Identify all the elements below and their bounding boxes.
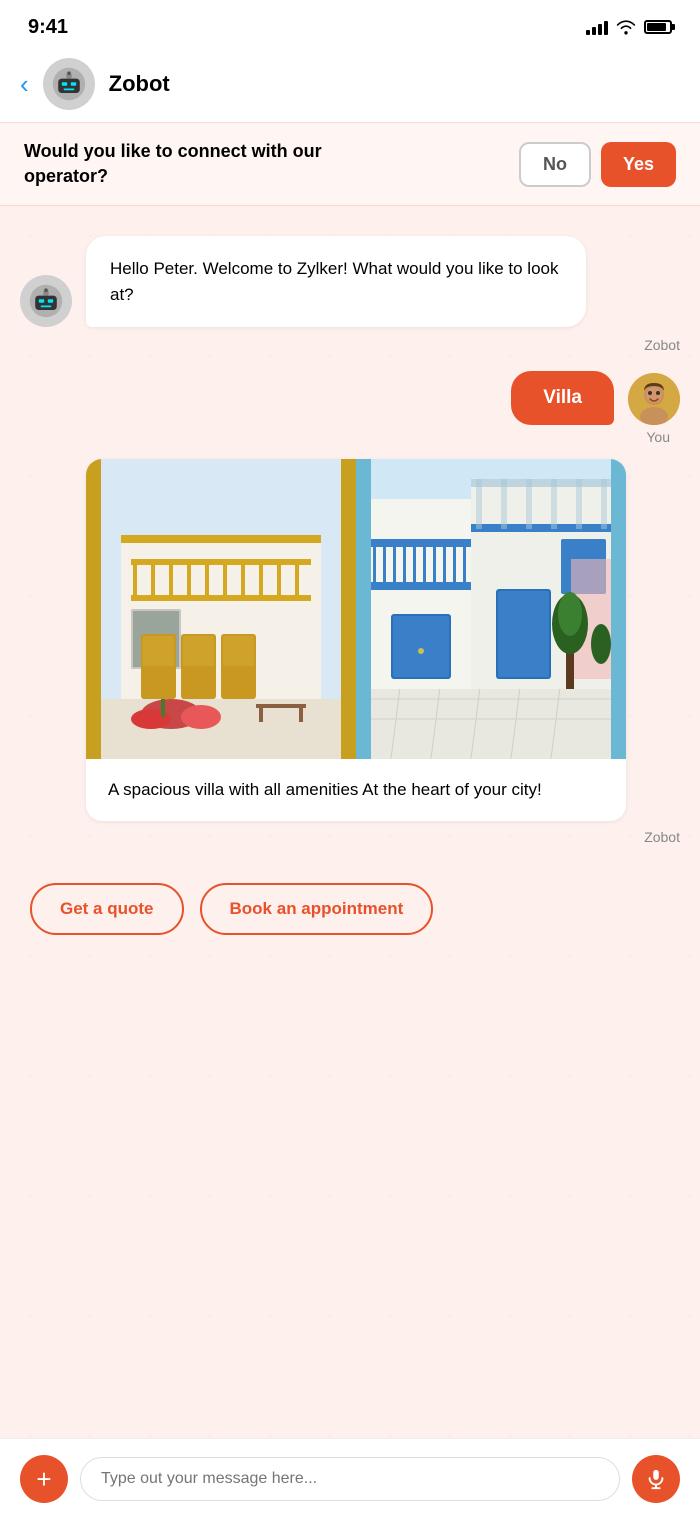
- bot-avatar: [20, 275, 72, 327]
- user-message-row: Villa: [20, 371, 680, 425]
- user-avatar: [628, 373, 680, 425]
- operator-buttons: No Yes: [519, 142, 676, 187]
- wifi-icon: [616, 19, 636, 35]
- input-bar: +: [0, 1438, 700, 1518]
- operator-question: Would you like to connect with our opera…: [24, 139, 344, 189]
- add-button[interactable]: +: [20, 1455, 68, 1503]
- villa-card: A spacious villa with all amenities At t…: [86, 459, 626, 821]
- yes-button[interactable]: Yes: [601, 142, 676, 187]
- bot-nav-avatar: [43, 58, 95, 110]
- signal-icon: [586, 19, 608, 35]
- bot-name: Zobot: [109, 71, 170, 97]
- battery-icon: [644, 20, 672, 34]
- card-sender: Zobot: [86, 829, 680, 845]
- back-button[interactable]: ‹: [20, 69, 29, 100]
- villa-image-right: [356, 459, 626, 759]
- status-icons: [586, 19, 672, 35]
- bot-greeting-row: Hello Peter. Welcome to Zylker! What wou…: [20, 236, 680, 327]
- user-bubble: Villa: [511, 371, 614, 425]
- message-input[interactable]: [80, 1457, 620, 1501]
- get-quote-button[interactable]: Get a quote: [30, 883, 184, 935]
- card-description: A spacious villa with all amenities At t…: [86, 759, 626, 821]
- status-bar: 9:41: [0, 0, 700, 50]
- villa-image-left: [86, 459, 356, 759]
- book-appointment-button[interactable]: Book an appointment: [200, 883, 434, 935]
- nav-bar: ‹ Zobot: [0, 50, 700, 122]
- mic-icon: [645, 1468, 667, 1490]
- user-sender: You: [20, 429, 680, 445]
- bot-greeting-sender: Zobot: [86, 337, 680, 353]
- card-images: [86, 459, 626, 759]
- action-buttons: Get a quote Book an appointment: [20, 883, 680, 935]
- bot-greeting-bubble: Hello Peter. Welcome to Zylker! What wou…: [86, 236, 586, 327]
- status-time: 9:41: [28, 16, 68, 39]
- chat-area: Hello Peter. Welcome to Zylker! What wou…: [0, 206, 700, 1438]
- no-button[interactable]: No: [519, 142, 591, 187]
- operator-banner: Would you like to connect with our opera…: [0, 122, 700, 206]
- mic-button[interactable]: [632, 1455, 680, 1503]
- plus-icon: +: [36, 1466, 51, 1492]
